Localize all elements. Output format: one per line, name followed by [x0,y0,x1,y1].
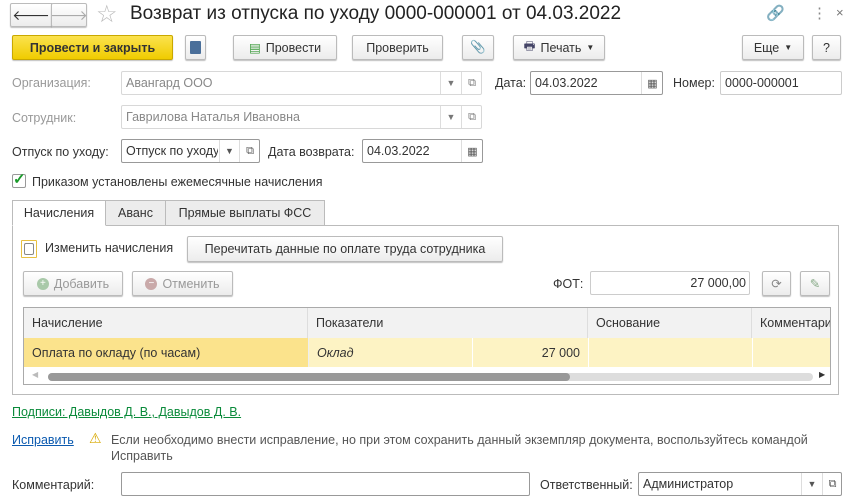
favorite-star-icon[interactable]: ☆ [96,0,118,29]
calendar-icon[interactable]: ▦ [641,72,662,94]
column-header-accrual[interactable]: Начисление [24,308,308,338]
post-and-close-button[interactable]: Провести и закрыть [12,35,173,60]
open-icon[interactable]: ⧉ [461,72,481,94]
paperclip-icon: 📎 [470,40,486,54]
change-accruals-label: Изменить начисления [45,241,174,255]
open-icon[interactable]: ⧉ [239,140,259,162]
attach-button[interactable]: 📎 [462,35,494,60]
post-document-icon: ▤ [248,41,261,55]
dropdown-icon[interactable]: ▼ [219,140,239,162]
table-row-amount[interactable]: 27 000 [472,338,588,367]
help-button[interactable]: ? [812,35,841,60]
pencil-icon: ✎ [809,277,821,291]
page-title: Возврат из отпуска по уходу 0000-000001 … [130,3,622,24]
chevron-down-icon: ▼ [586,43,595,52]
back-button[interactable]: 🡐 [10,3,52,27]
warning-icon: ⚠ [89,430,102,446]
number-field[interactable]: 0000-000001 [720,71,842,95]
fix-link[interactable]: Исправить [12,433,74,447]
calendar-icon[interactable]: ▦ [461,140,482,162]
responsible-field[interactable]: Администратор ▼ ⧉ [638,472,842,496]
more-vertical-icon[interactable]: ⋮ [812,4,827,22]
return-date-field[interactable]: 04.03.2022 ▦ [362,139,483,163]
date-label: Дата: [495,76,527,90]
leave-field[interactable]: Отпуск по уходу ▼ ⧉ [121,139,260,163]
minus-circle-icon: − [145,277,158,290]
fot-field[interactable]: 27 000,00 [590,271,750,295]
accruals-table: Начисление Показатели Основание Коммента… [23,307,831,385]
edit-button[interactable]: ✎ [800,271,830,296]
organization-field[interactable]: Авангард ООО ▼ ⧉ [121,71,482,95]
horizontal-scrollbar-thumb[interactable] [48,373,570,381]
column-header-comment[interactable]: Комментарий [752,308,830,338]
dropdown-icon[interactable]: ▼ [440,106,461,128]
comment-input[interactable] [121,472,530,496]
column-header-indicators[interactable]: Показатели [308,308,588,338]
link-icon[interactable]: 🔗 [766,4,785,22]
refresh-icon: ⟳ [771,277,782,291]
responsible-label: Ответственный: [540,478,633,492]
printer-icon: 🖶 [523,39,536,53]
date-field[interactable]: 04.03.2022 ▦ [530,71,663,95]
close-icon[interactable]: × [836,5,844,20]
dropdown-icon[interactable]: ▼ [801,473,822,495]
floppy-disk-icon [190,41,201,54]
fot-label: ФОТ: [553,277,584,291]
employee-label: Сотрудник: [12,111,77,125]
open-icon[interactable]: ⧉ [461,106,481,128]
fix-note: Если необходимо внести исправление, но п… [111,433,808,447]
employee-field[interactable]: Гаврилова Наталья Ивановна ▼ ⧉ [121,105,482,129]
number-label: Номер: [673,76,715,90]
leave-label: Отпуск по уходу: [12,145,109,159]
reread-button[interactable]: Перечитать данные по оплате труда сотруд… [187,236,503,262]
change-accruals-checkbox[interactable] [21,240,37,258]
tab-advance[interactable]: Аванс [105,200,166,226]
tab-accruals[interactable]: Начисления [12,200,106,226]
scroll-left-icon[interactable]: ◀ [32,370,38,379]
monthly-accruals-label: Приказом установлены ежемесячные начисле… [32,175,323,189]
column-header-basis[interactable]: Основание [588,308,752,338]
table-row-indicator[interactable]: Оклад [308,338,472,367]
plus-circle-icon: + [36,277,49,290]
tab-fss-payments[interactable]: Прямые выплаты ФСС [165,200,325,226]
dropdown-icon[interactable]: ▼ [440,72,461,94]
open-icon[interactable]: ⧉ [822,473,841,495]
fix-note-command: Исправить [111,449,173,463]
add-button[interactable]: + Добавить [23,271,123,296]
refresh-button[interactable]: ⟳ [762,271,791,296]
table-row-basis[interactable] [588,338,752,367]
scroll-right-icon[interactable]: ▶ [819,370,825,379]
forward-button[interactable]: 🡒 [50,3,88,27]
table-row-accrual[interactable]: Оплата по окладу (по часам) [24,338,308,367]
return-date-label: Дата возврата: [268,145,355,159]
monthly-accruals-checkbox[interactable]: ✓ [12,172,26,188]
comment-label: Комментарий: [12,478,95,492]
post-button[interactable]: ▤ Провести [233,35,337,60]
more-button[interactable]: Еще ▼ [742,35,804,60]
chevron-down-icon: ▼ [784,43,793,52]
signatures-link[interactable]: Подписи: Давыдов Д. В., Давыдов Д. В. [12,405,241,419]
organization-label: Организация: [12,76,91,90]
table-row-comment[interactable] [752,338,830,367]
print-button[interactable]: 🖶 Печать ▼ [513,35,605,60]
check-button[interactable]: Проверить [352,35,443,60]
cancel-button[interactable]: − Отменить [132,271,233,296]
save-button[interactable] [185,35,206,60]
